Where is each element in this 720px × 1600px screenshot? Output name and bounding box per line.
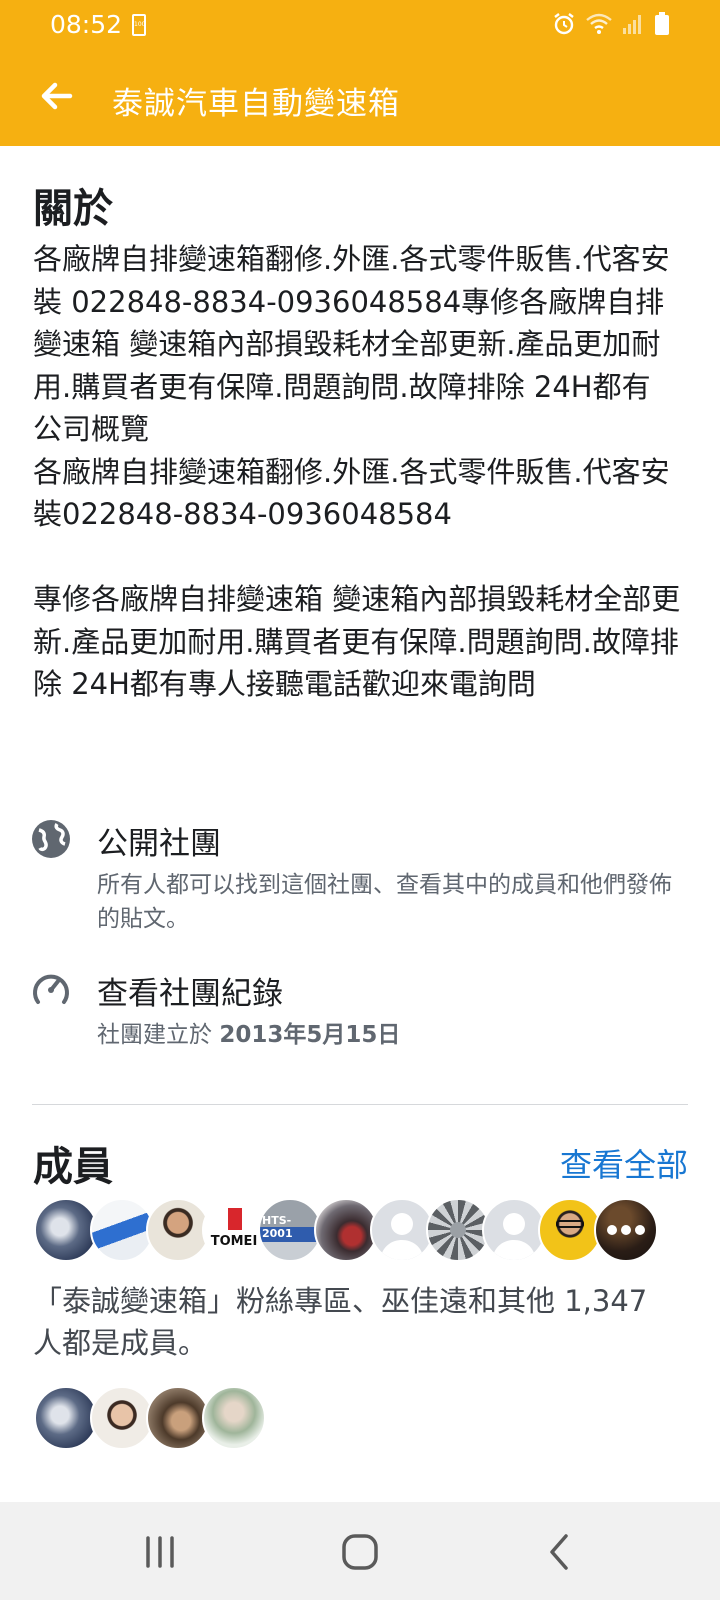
public-group-subtitle: 所有人都可以找到這個社團、查看其中的成員和他們發佈的貼文。 bbox=[97, 872, 672, 932]
avatar[interactable] bbox=[202, 1386, 266, 1450]
status-time: 08:52 bbox=[50, 10, 123, 39]
avatar[interactable] bbox=[426, 1198, 490, 1262]
tomei-logo bbox=[228, 1208, 242, 1230]
avatar[interactable] bbox=[314, 1198, 378, 1262]
avatar[interactable] bbox=[370, 1198, 434, 1262]
members-heading: 成員 bbox=[33, 1144, 113, 1190]
avatar[interactable] bbox=[34, 1198, 98, 1262]
group-history-subtitle: 社團建立於 2013年5月15日 bbox=[97, 1018, 677, 1052]
avatar[interactable]: TOMEI bbox=[202, 1198, 266, 1262]
default-person-icon bbox=[492, 1213, 536, 1260]
group-history-title[interactable]: 查看社團紀錄 bbox=[97, 968, 283, 1013]
signal-icon bbox=[623, 15, 641, 34]
globe-icon bbox=[32, 820, 70, 858]
battery-saver-icon: 100 bbox=[132, 14, 146, 36]
more-icon bbox=[607, 1225, 645, 1235]
avatar-tomei-label: TOMEI bbox=[210, 1234, 258, 1249]
about-description: 各廠牌自排變速箱翻修.外匯.各式零件販售.代客安裝 022848-8834-09… bbox=[33, 242, 681, 701]
section-divider bbox=[32, 1104, 688, 1105]
group-about-content: 關於 各廠牌自排變速箱翻修.外匯.各式零件販售.代客安裝 022848-8834… bbox=[0, 146, 720, 1502]
home-icon[interactable] bbox=[338, 1530, 382, 1574]
public-group-title: 公開社團 bbox=[97, 826, 221, 862]
default-person-icon bbox=[380, 1213, 424, 1260]
avatar[interactable] bbox=[146, 1386, 210, 1450]
back-nav-icon[interactable] bbox=[538, 1530, 582, 1574]
battery-icon bbox=[655, 12, 669, 35]
see-all-members-link[interactable]: 查看全部 bbox=[560, 1140, 688, 1186]
member-avatars-row[interactable]: TOMEI HTS-2001 bbox=[34, 1198, 658, 1262]
status-icons bbox=[552, 12, 670, 36]
status-bar: 08:52 100 bbox=[0, 0, 720, 48]
wifi-icon bbox=[586, 13, 612, 34]
avatar-hts-label: HTS-2001 bbox=[262, 1214, 293, 1240]
about-heading: 關於 bbox=[33, 186, 113, 232]
system-nav-bar bbox=[0, 1502, 720, 1600]
avatar[interactable] bbox=[538, 1198, 602, 1262]
members-summary: 「泰誠變速箱」粉絲專區、巫佳遠和其他 1,347人都是成員。 bbox=[33, 1284, 648, 1360]
recent-apps-icon[interactable] bbox=[138, 1530, 182, 1574]
history-icon bbox=[33, 974, 69, 1004]
wheel-hub bbox=[450, 1222, 466, 1238]
glasses bbox=[556, 1220, 584, 1228]
avatar[interactable] bbox=[482, 1198, 546, 1262]
battery-saver-label: 100 bbox=[134, 21, 146, 28]
alarm-icon bbox=[554, 13, 574, 35]
created-prefix: 社團建立於 bbox=[97, 1022, 220, 1048]
avatar[interactable]: HTS-2001 bbox=[258, 1198, 322, 1262]
more-members-button[interactable] bbox=[594, 1198, 658, 1262]
avatar[interactable] bbox=[90, 1198, 154, 1262]
page-title: 泰誠汽車自動變速箱 bbox=[112, 86, 400, 122]
avatar[interactable] bbox=[90, 1386, 154, 1450]
avatar[interactable] bbox=[146, 1198, 210, 1262]
created-date: 2013年5月15日 bbox=[219, 1022, 401, 1048]
back-arrow-icon[interactable] bbox=[36, 76, 76, 116]
avatar[interactable] bbox=[34, 1386, 98, 1450]
friend-avatars-row[interactable] bbox=[34, 1386, 266, 1450]
app-bar: 泰誠汽車自動變速箱 bbox=[0, 48, 720, 146]
